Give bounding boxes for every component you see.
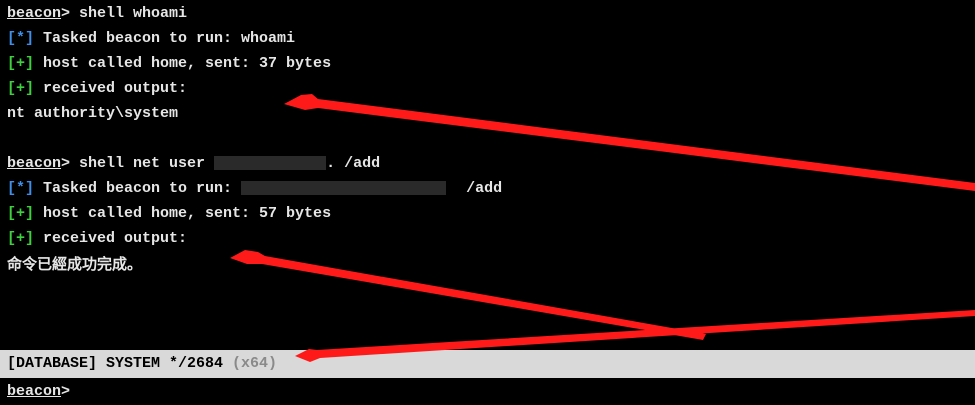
annotation-arrow-1 <box>284 94 975 191</box>
prompt-symbol: > <box>61 155 71 172</box>
host-called-home-line: [+] host called home, sent: 37 bytes <box>7 53 331 75</box>
task-text: Tasked beacon to run: whoami <box>34 30 296 47</box>
redacted-username <box>214 156 327 171</box>
annotation-arrow-2 <box>230 250 706 340</box>
task-tag: [*] <box>7 30 35 47</box>
session-info: [DATABASE] SYSTEM */2684 <box>7 355 233 372</box>
input-prompt: beacon <box>7 383 62 400</box>
status-text: [DATABASE] SYSTEM */2684 (x64) <box>7 353 277 375</box>
command-input[interactable]: beacon> <box>7 381 70 403</box>
input-prompt-symbol: > <box>61 383 71 400</box>
task-tag: [*] <box>7 180 35 197</box>
host-called-home-text: host called home, sent: 37 bytes <box>34 55 332 72</box>
command-output: nt authority\system <box>7 105 179 122</box>
session-status-bar: [DATABASE] SYSTEM */2684 (x64) <box>0 350 975 378</box>
redacted-command <box>241 181 447 196</box>
received-output-text: received output: <box>34 230 188 247</box>
beacon-console: beacon> shell whoami [*] Tasked beacon t… <box>0 0 975 405</box>
command-line: beacon> shell net user . /add <box>7 153 380 175</box>
success-tag: [+] <box>7 230 35 247</box>
task-suffix: /add <box>466 180 503 197</box>
success-tag: [+] <box>7 80 35 97</box>
command-output: 命令已經成功完成。 <box>7 255 143 273</box>
success-tag: [+] <box>7 205 35 222</box>
host-called-home-line: [+] host called home, sent: 57 bytes <box>7 203 331 225</box>
console-prompt: beacon <box>7 155 62 172</box>
task-text: Tasked beacon to run: <box>34 180 242 197</box>
command-suffix: . /add <box>326 155 381 172</box>
host-called-home-text: host called home, sent: 57 bytes <box>34 205 332 222</box>
task-line: [*] Tasked beacon to run: whoami <box>7 28 295 50</box>
command-text: shell whoami <box>70 5 188 22</box>
prompt-symbol: > <box>61 5 71 22</box>
command-text: shell net user <box>70 155 215 172</box>
received-output-line: [+] received output: <box>7 228 187 250</box>
received-output-text: received output: <box>34 80 188 97</box>
console-prompt: beacon <box>7 5 62 22</box>
task-line: [*] Tasked beacon to run: /add <box>7 178 502 200</box>
received-output-line: [+] received output: <box>7 78 187 100</box>
arch-label: (x64) <box>232 355 278 372</box>
success-tag: [+] <box>7 55 35 72</box>
command-line: beacon> shell whoami <box>7 3 187 25</box>
